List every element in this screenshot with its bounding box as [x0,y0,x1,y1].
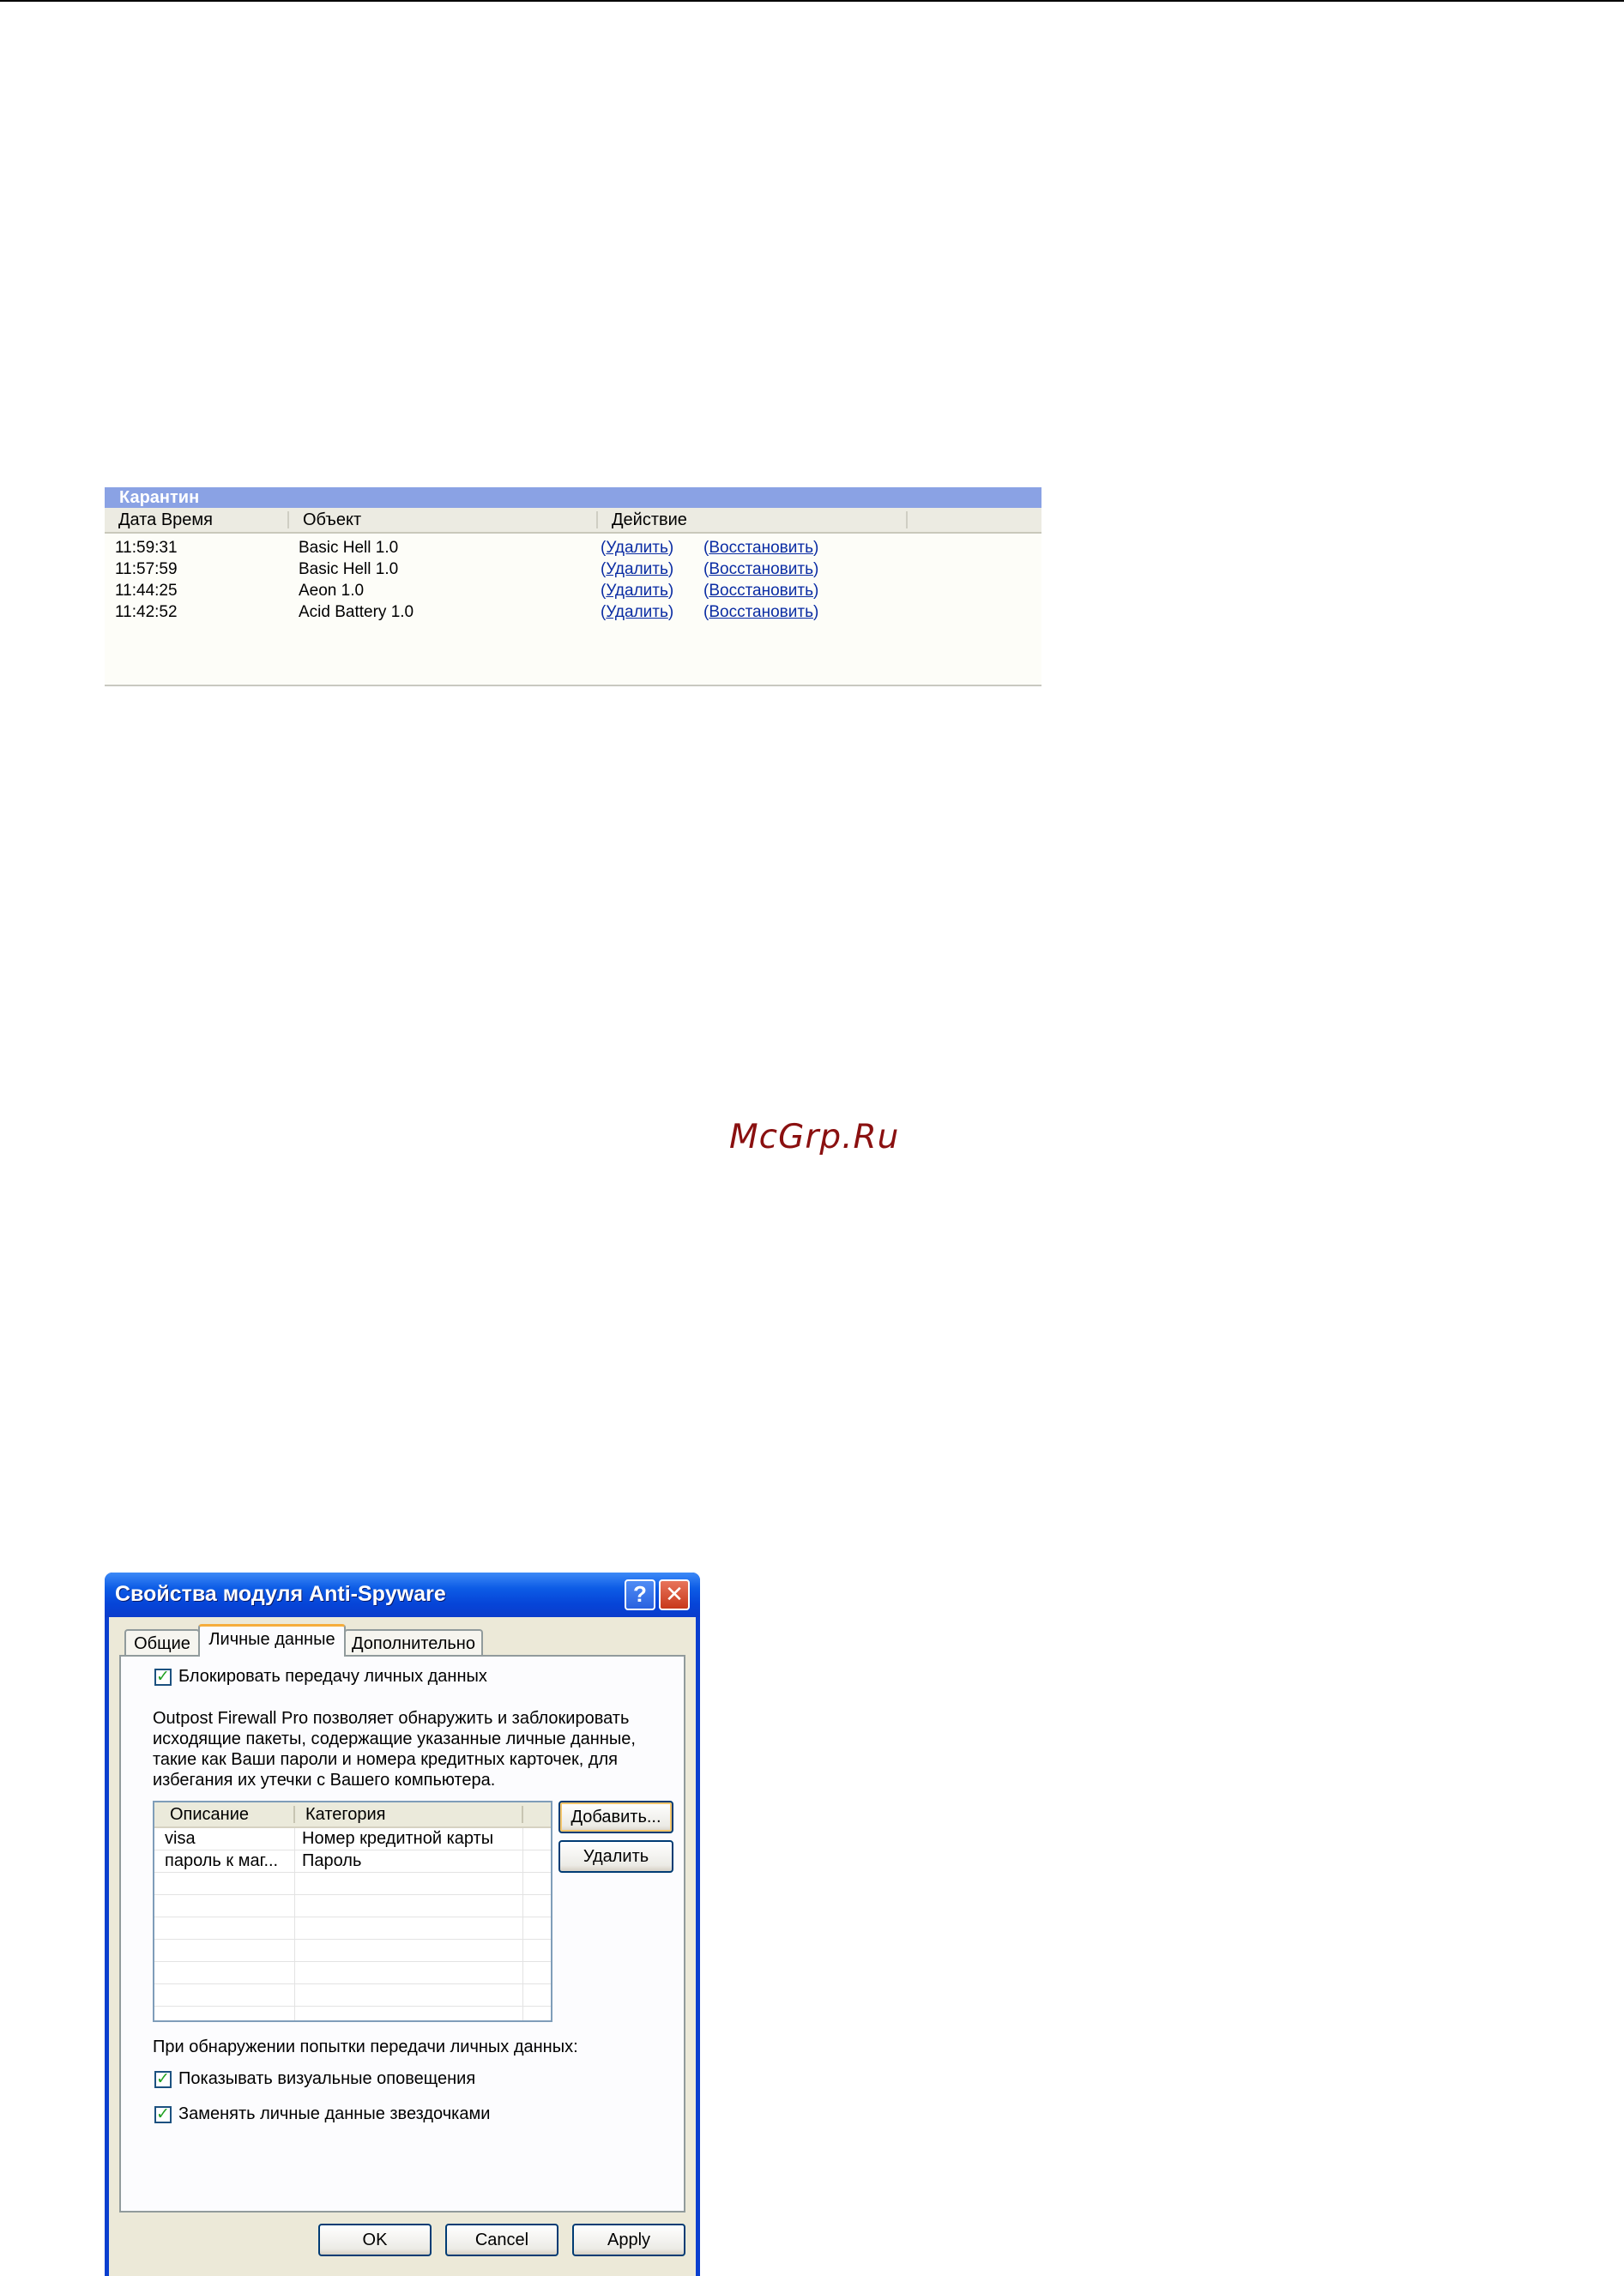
list-grid-line [522,1828,523,2020]
restore-link[interactable]: Восстановить [709,582,813,600]
quarantine-title: Карантин [105,487,1041,508]
column-separator[interactable] [906,511,908,528]
watermark-text: McGrp.Ru [729,1118,900,1156]
restore-link[interactable]: Восстановить [709,603,813,621]
row-time: 11:44:25 [115,582,178,600]
list-empty-row [154,1895,551,1917]
list-header: Описание Категория [154,1802,551,1828]
close-button[interactable]: ✕ [659,1579,690,1610]
remove-button[interactable]: Удалить [558,1840,673,1873]
column-header-datetime[interactable]: Дата Время [105,508,213,532]
restore-link[interactable]: Восстановить [709,560,813,578]
block-personal-data-label[interactable]: Блокировать передачу личных данных [178,1667,487,1687]
description-line: избегания их утечки с Вашего компьютера. [153,1771,496,1790]
list-empty-row [154,1873,551,1895]
help-button[interactable]: ? [625,1579,655,1610]
personal-data-tab-panel: ✓ Блокировать передачу личных данных Out… [119,1655,685,2213]
delete-link[interactable]: Удалить [606,603,668,621]
column-header-category[interactable]: Категория [305,1802,386,1826]
item-category: Номер кредитной карты [302,1829,494,1848]
add-button[interactable]: Добавить... [558,1801,673,1833]
delete-link[interactable]: Удалить [606,582,668,600]
personal-data-list[interactable]: Описание Категория visa Номер кредитной … [153,1801,552,2022]
description-text: Outpost Firewall Pro позволяет обнаружит… [153,1708,636,1790]
item-description: пароль к маг... [165,1851,279,1870]
quarantine-header: Дата Время Объект Действие [105,508,1041,534]
column-separator[interactable] [522,1806,523,1823]
tab-advanced[interactable]: Дополнительно [344,1629,483,1657]
row-time: 11:57:59 [115,560,178,578]
column-header-action[interactable]: Действие [598,508,687,532]
dialog-title: Свойства модуля Anti-Spyware [115,1582,446,1606]
quarantine-row: 11:42:52 Acid Battery 1.0 (Удалить) (Вос… [115,603,819,621]
column-header-object[interactable]: Объект [289,508,361,532]
description-line: такие как Ваши пароли и номера кредитных… [153,1750,618,1769]
column-header-description[interactable]: Описание [170,1802,249,1826]
delete-link[interactable]: Удалить [606,539,668,557]
block-personal-data-checkbox[interactable]: ✓ [154,1669,172,1686]
apply-button[interactable]: Apply [572,2224,685,2256]
quarantine-row: 11:44:25 Aeon 1.0 (Удалить) (Восстановит… [115,582,819,600]
row-object: Basic Hell 1.0 [299,560,399,578]
delete-link[interactable]: Удалить [606,560,668,578]
cancel-button[interactable]: Cancel [445,2224,558,2256]
quarantine-row: 11:57:59 Basic Hell 1.0 (Удалить) (Восст… [115,560,819,578]
anti-spyware-properties-dialog: Свойства модуля Anti-Spyware ? ✕ Общие Л… [105,1573,700,2276]
item-description: visa [165,1829,196,1848]
list-empty-row [154,1940,551,1962]
list-empty-row [154,1962,551,1984]
replace-asterisks-label[interactable]: Заменять личные данные звездочками [178,2104,490,2124]
list-item[interactable]: visa Номер кредитной карты [154,1828,551,1850]
list-empty-row [154,2007,551,2020]
list-item[interactable]: пароль к маг... Пароль [154,1850,551,1873]
description-line: исходящие пакеты, содержащие указанные л… [153,1730,636,1748]
list-empty-row [154,1984,551,2007]
page-top-rule [0,0,1624,2]
quarantine-row: 11:59:31 Basic Hell 1.0 (Удалить) (Восст… [115,539,819,557]
column-separator[interactable] [293,1806,295,1823]
dialog-titlebar[interactable]: Свойства модуля Anti-Spyware ? ✕ [105,1573,700,1617]
row-object: Basic Hell 1.0 [299,539,399,557]
help-icon: ? [633,1581,647,1607]
close-icon: ✕ [665,1581,684,1607]
quarantine-panel: Карантин Дата Время Объект Действие 11:5… [105,487,1041,686]
tab-general[interactable]: Общие [124,1629,200,1657]
row-time: 11:42:52 [115,603,178,621]
tab-personal-data[interactable]: Личные данные [198,1624,346,1657]
show-alerts-label[interactable]: Показывать визуальные оповещения [178,2069,475,2089]
replace-asterisks-checkbox[interactable]: ✓ [154,2106,172,2123]
restore-link[interactable]: Восстановить [709,539,813,557]
description-line: Outpost Firewall Pro позволяет обнаружит… [153,1709,630,1728]
list-grid-line [294,1828,295,2020]
item-category: Пароль [302,1851,362,1870]
row-time: 11:59:31 [115,539,178,557]
dialog-client-area: Общие Личные данные Дополнительно ✓ Блок… [109,1617,696,2276]
on-detect-label: При обнаружении попытки передачи личных … [153,2038,578,2056]
row-object: Acid Battery 1.0 [299,603,414,621]
row-object: Aeon 1.0 [299,582,365,600]
show-alerts-checkbox[interactable]: ✓ [154,2071,172,2088]
list-empty-row [154,1917,551,1940]
ok-button[interactable]: OK [318,2224,432,2256]
